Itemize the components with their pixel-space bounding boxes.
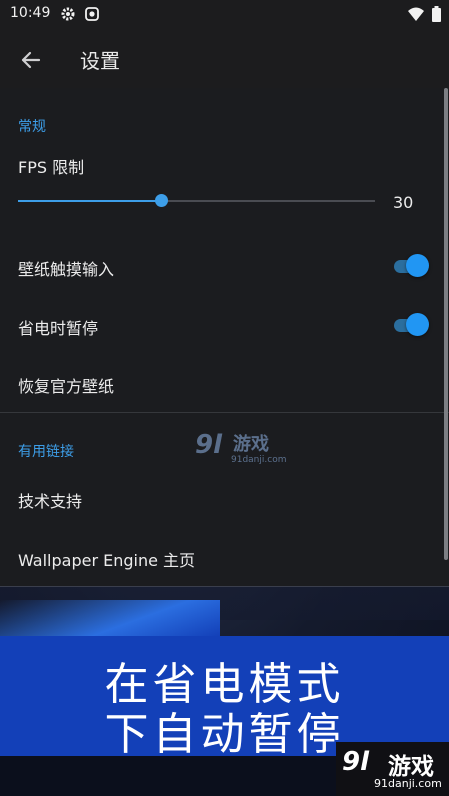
logo-text: 游戏 <box>388 754 434 780</box>
svg-text:9l: 9l <box>195 430 223 460</box>
battery-icon <box>432 6 441 22</box>
toggle-knob <box>406 254 429 277</box>
slider-fill <box>18 200 161 202</box>
fps-limit-label: FPS 限制 <box>18 158 85 177</box>
power-save-pause-toggle[interactable] <box>392 313 430 337</box>
logo-url: 91danji.com <box>374 777 442 790</box>
slider-thumb[interactable] <box>154 194 168 207</box>
status-bar: 10:49 <box>0 0 449 30</box>
divider <box>0 412 449 413</box>
homepage-link[interactable]: Wallpaper Engine 主页 <box>18 547 195 571</box>
watermark-logo: 9l 游戏 91danji.com <box>195 428 291 468</box>
fps-limit-value: 30 <box>393 193 414 212</box>
wallpaper-touch-label: 壁纸触摸输入 <box>18 260 115 279</box>
watermark-mark-icon: 9l 游戏 91danji.com <box>195 430 286 465</box>
gear-icon <box>61 7 75 21</box>
section-label-links: 有用链接 <box>18 444 74 460</box>
section-label-general: 常规 <box>18 119 46 135</box>
toggle-knob <box>406 313 429 336</box>
app-bar: 设置 <box>0 30 449 88</box>
screen-record-icon <box>85 7 99 21</box>
status-time: 10:49 <box>10 5 51 21</box>
arrow-left-icon[interactable] <box>18 47 44 73</box>
power-save-pause-label: 省电时暂停 <box>18 319 99 338</box>
wallpaper-touch-toggle[interactable] <box>392 254 430 278</box>
banner-accent <box>0 600 220 636</box>
restore-wallpapers-item[interactable]: 恢复官方壁纸 <box>18 373 114 397</box>
svg-text:91danji.com: 91danji.com <box>231 455 286 464</box>
page-title: 设置 <box>80 49 120 73</box>
promo-banner: 在省电模式 下自动暂停 <box>0 636 449 760</box>
divider <box>0 586 449 587</box>
logo-mark: 9l <box>342 747 370 777</box>
corner-logo: 9l 游戏 91danji.com <box>336 742 449 796</box>
status-icons-right <box>408 6 441 22</box>
status-icons-left <box>60 6 100 22</box>
wifi-icon <box>408 7 424 21</box>
scrollbar[interactable] <box>444 88 448 560</box>
fps-limit-slider[interactable] <box>18 194 375 207</box>
svg-text:游戏: 游戏 <box>233 433 269 455</box>
support-link[interactable]: 技术支持 <box>18 488 82 512</box>
